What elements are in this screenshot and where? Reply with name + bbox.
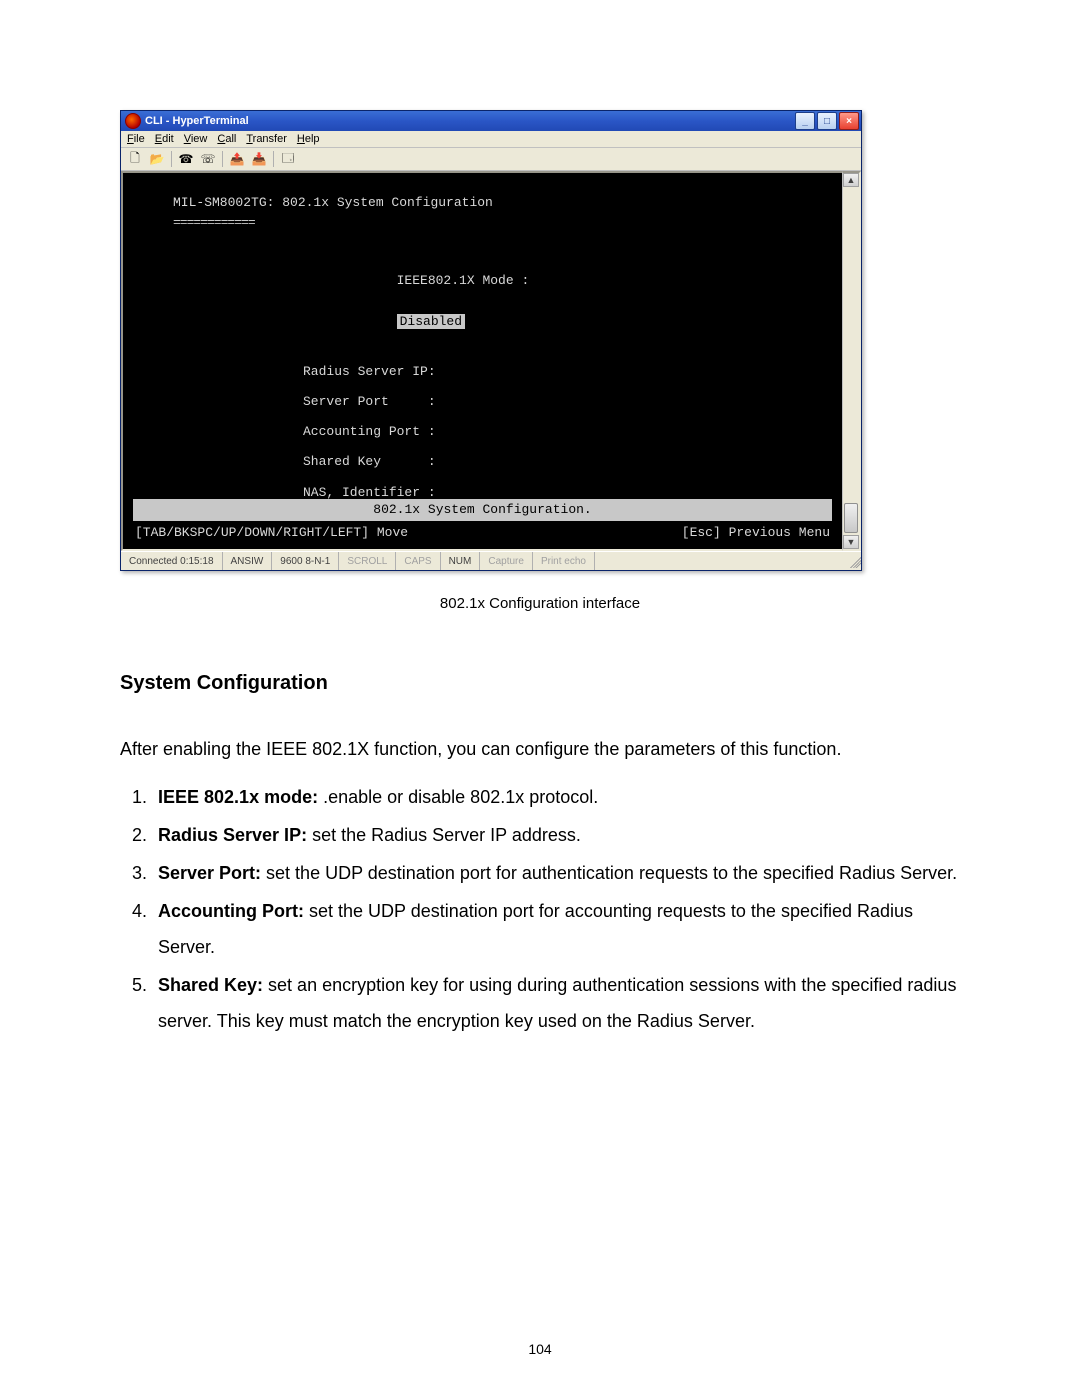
window-title: CLI - HyperTerminal [145,115,795,127]
new-icon[interactable]: 🗋 [127,151,143,167]
call-icon[interactable]: ☎ [178,151,194,167]
scroll-track[interactable] [843,187,859,535]
titlebar: CLI - HyperTerminal _ □ × [121,111,861,131]
window-buttons: _ □ × [795,112,859,130]
list-item: Accounting Port: set the UDP destination… [152,893,960,965]
list-item-bold: Server Port: [158,863,261,883]
status-num: NUM [441,552,481,570]
field-radius-ip: Radius Server IP: [303,362,832,382]
status-caps: CAPS [396,552,440,570]
field-mode-value[interactable]: Disabled [397,314,465,329]
minimize-button[interactable]: _ [795,112,815,130]
footer-nav-left: [TAB/BKSPC/UP/DOWN/RIGHT/LEFT] Move [135,523,408,543]
status-emulation: ANSIW [223,552,273,570]
terminal-footer-title: 802.1x System Configuration. [133,499,832,521]
field-shared-key: Shared Key : [303,452,832,472]
menu-call[interactable]: Call [217,133,236,145]
intro-paragraph: After enabling the IEEE 802.1X function,… [120,731,960,767]
terminal[interactable]: MIL-SM8002TG: 802.1x System Configuratio… [121,171,842,551]
figure-caption: 802.1x Configuration interface [120,595,960,612]
scroll-up-icon[interactable]: ▲ [843,173,859,187]
hyperterminal-window: CLI - HyperTerminal _ □ × File Edit View… [120,110,862,571]
client-area: MIL-SM8002TG: 802.1x System Configuratio… [121,171,861,551]
list-item-bold: Accounting Port: [158,901,304,921]
status-printecho: Print echo [533,552,595,570]
list-item: Radius Server IP: set the Radius Server … [152,817,960,853]
terminal-header: MIL-SM8002TG: 802.1x System Configuratio… [173,193,832,213]
terminal-footer-nav: [TAB/BKSPC/UP/DOWN/RIGHT/LEFT] Move [Esc… [133,523,832,543]
page-number: 104 [0,1341,1080,1357]
send-icon[interactable]: 📤 [229,151,245,167]
toolbar-separator [273,151,274,167]
list-item: Shared Key: set an encryption key for us… [152,967,960,1039]
list-item-text: set the UDP destination port for authent… [261,863,957,883]
field-mode-label: IEEE802.1X Mode : [397,273,530,288]
menu-file[interactable]: File [127,133,145,145]
scroll-down-icon[interactable]: ▼ [843,535,859,549]
terminal-rule: ============ [173,213,832,233]
list-item-bold: Radius Server IP: [158,825,307,845]
list-item-text: set the Radius Server IP address. [307,825,581,845]
terminal-fields: IEEE802.1X Mode : Disabled Radius Server… [303,251,832,502]
status-scroll: SCROLL [339,552,396,570]
toolbar: 🗋 📂 ☎ ☏ 📤 📥 🗔 [121,148,861,171]
open-icon[interactable]: 📂 [149,151,165,167]
close-button[interactable]: × [839,112,859,130]
properties-icon[interactable]: 🗔 [280,151,296,167]
status-connected: Connected 0:15:18 [121,552,223,570]
receive-icon[interactable]: 📥 [251,151,267,167]
list-item-text: .enable or disable 802.1x protocol. [318,787,598,807]
list-item: Server Port: set the UDP destination por… [152,855,960,891]
list-item-bold: Shared Key: [158,975,263,995]
hangup-icon[interactable]: ☏ [200,151,216,167]
status-capture: Capture [480,552,533,570]
config-list: IEEE 802.1x mode: .enable or disable 802… [120,779,960,1039]
list-item: IEEE 802.1x mode: .enable or disable 802… [152,779,960,815]
field-server-port: Server Port : [303,392,832,412]
menubar: File Edit View Call Transfer Help [121,131,861,148]
list-item-bold: IEEE 802.1x mode: [158,787,318,807]
footer-nav-right: [Esc] Previous Menu [682,523,830,543]
terminal-footer: 802.1x System Configuration. [TAB/BKSPC/… [133,499,832,543]
menu-transfer[interactable]: Transfer [246,133,287,145]
field-mode: IEEE802.1X Mode : Disabled [303,251,832,352]
section-heading: System Configuration [120,672,960,695]
scroll-thumb[interactable] [844,503,858,533]
maximize-button[interactable]: □ [817,112,837,130]
toolbar-separator [222,151,223,167]
menu-help[interactable]: Help [297,133,320,145]
document-page: CLI - HyperTerminal _ □ × File Edit View… [0,0,1080,1397]
toolbar-separator [171,151,172,167]
app-icon [125,113,141,129]
resize-grip-icon[interactable] [847,554,861,568]
statusbar: Connected 0:15:18 ANSIW 9600 8-N-1 SCROL… [121,551,861,570]
vertical-scrollbar[interactable]: ▲ ▼ [842,171,861,551]
menu-view[interactable]: View [184,133,208,145]
menu-edit[interactable]: Edit [155,133,174,145]
field-accounting-port: Accounting Port : [303,422,832,442]
status-port: 9600 8-N-1 [272,552,339,570]
list-item-text: set an encryption key for using during a… [158,975,956,1031]
